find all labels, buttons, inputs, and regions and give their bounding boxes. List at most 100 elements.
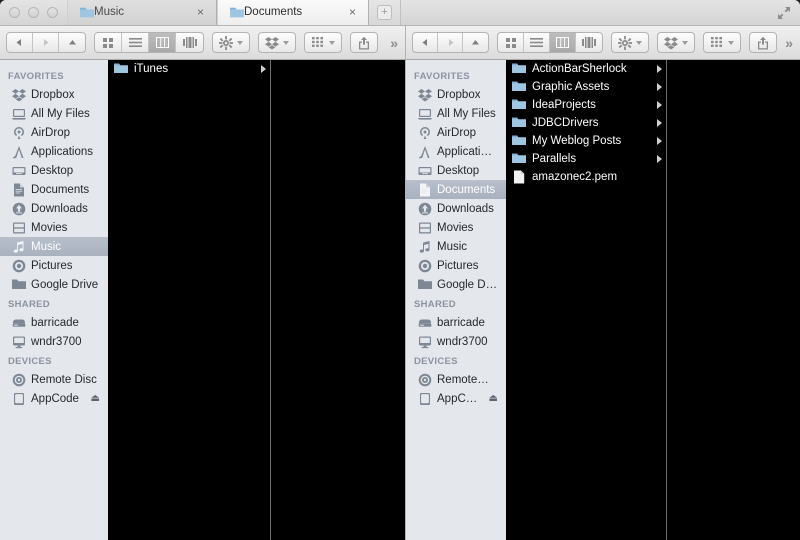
disc-icon	[12, 373, 26, 387]
sidebar-item-desktop[interactable]: Desktop	[406, 161, 506, 180]
forward-button[interactable]	[33, 33, 59, 52]
dropbox-button[interactable]	[258, 32, 296, 53]
arrange-button[interactable]	[304, 32, 342, 53]
music-icon	[12, 240, 26, 254]
forward-button[interactable]	[438, 33, 464, 52]
dropbox-icon	[664, 36, 679, 50]
eject-icon[interactable]: ⏏	[489, 393, 502, 404]
file-row[interactable]: amazonec2.pem	[506, 168, 666, 186]
sidebar-item-label: Pictures	[437, 259, 479, 272]
folder-row[interactable]: iTunes	[108, 60, 270, 78]
sidebar-item-appcode[interactable]: AppCode ⏏	[0, 389, 108, 408]
minimize-window-button[interactable]	[28, 7, 39, 18]
zoom-window-button[interactable]	[47, 7, 58, 18]
back-button[interactable]	[7, 33, 33, 52]
sidebar-section-header: SHARED	[8, 299, 50, 310]
sidebar-item-label: Remote…	[437, 373, 489, 386]
sidebar-item-movies[interactable]: Movies	[406, 218, 506, 237]
coverflow-view-button[interactable]	[576, 33, 602, 52]
sidebar-item-airdrop[interactable]: AirDrop	[406, 123, 506, 142]
sidebar-item-movies[interactable]: Movies	[0, 218, 108, 237]
folder-row[interactable]: Parallels	[506, 150, 666, 168]
coverflow-view-button[interactable]	[176, 33, 203, 52]
sidebar-item-google-d[interactable]: Google D…	[406, 275, 506, 294]
column-2[interactable]	[271, 60, 405, 540]
sidebar-item-label: Desktop	[31, 164, 74, 177]
sidebar-item-label: Movies	[31, 221, 68, 234]
sidebar-item-barricade[interactable]: barricade	[406, 313, 506, 332]
column-view-button[interactable]	[550, 33, 577, 52]
sidebar-item-pictures[interactable]: Pictures	[406, 256, 506, 275]
sidebar-item-documents[interactable]: Documents	[406, 180, 506, 199]
folder-row[interactable]: Graphic Assets	[506, 78, 666, 96]
toolbar-overflow-button[interactable]: »	[390, 35, 399, 51]
sidebar-item-all-my-files[interactable]: All My Files	[0, 104, 108, 123]
sidebar-item-airdrop[interactable]: AirDrop	[0, 123, 108, 142]
column-1[interactable]: iTunes	[108, 60, 271, 540]
tab-label: Documents	[244, 6, 303, 18]
list-view-button[interactable]	[122, 33, 149, 52]
chevron-down-icon	[728, 40, 735, 45]
sidebar-item-music[interactable]: Music	[0, 237, 108, 256]
back-button[interactable]	[413, 33, 439, 52]
tab-close-button[interactable]: ×	[195, 6, 206, 18]
close-window-button[interactable]	[9, 7, 20, 18]
sidebar-item-label: Google D…	[437, 278, 498, 291]
sidebar-item-label: Downloads	[437, 202, 494, 215]
sidebar-item-all-my-files[interactable]: All My Files	[406, 104, 506, 123]
sidebar-item-applications[interactable]: Applications	[0, 142, 108, 161]
folder-row[interactable]: My Weblog Posts	[506, 132, 666, 150]
column-1[interactable]: ActionBarSherlock Graphic Assets IdeaProje…	[506, 60, 667, 540]
sidebar-item-label: AppCode	[31, 392, 79, 405]
sidebar-item-google-drive[interactable]: Google Drive	[0, 275, 108, 294]
fullscreen-icon[interactable]	[776, 5, 792, 21]
action-gear-button[interactable]	[611, 32, 650, 53]
dropbox-button[interactable]	[657, 32, 696, 53]
tab-documents[interactable]: Documents ×	[217, 0, 369, 25]
sidebar-item-desktop[interactable]: Desktop	[0, 161, 108, 180]
column-view-button[interactable]	[149, 33, 176, 52]
eject-icon[interactable]: ⏏	[91, 393, 104, 404]
sidebar-item-applicati[interactable]: Applicati…	[406, 142, 506, 161]
tab-music[interactable]: Music ×	[67, 0, 217, 25]
icon-view-button[interactable]	[95, 33, 122, 52]
new-tab-button[interactable]: +	[377, 4, 392, 20]
sidebar-item-dropbox[interactable]: Dropbox	[406, 85, 506, 104]
folder-row[interactable]: ActionBarSherlock	[506, 60, 666, 78]
arrange-button[interactable]	[703, 32, 742, 53]
sidebar-item-pictures[interactable]: Pictures	[0, 256, 108, 275]
sidebar-item-remote[interactable]: Remote…	[406, 370, 506, 389]
list-view-button[interactable]	[524, 33, 551, 52]
share-button[interactable]	[350, 32, 378, 53]
chevron-down-icon	[636, 40, 643, 45]
airdrop-icon	[12, 126, 26, 140]
all-my-files-icon	[12, 107, 26, 121]
sidebar-item-label: barricade	[437, 316, 485, 329]
folder-row[interactable]: IdeaProjects	[506, 96, 666, 114]
toolbar-overflow-button[interactable]: »	[785, 35, 794, 51]
sidebar-item-wndr3700[interactable]: wndr3700	[0, 332, 108, 351]
column-2[interactable]	[667, 60, 800, 540]
sidebar-item-downloads[interactable]: Downloads	[0, 199, 108, 218]
sidebar-item-barricade[interactable]: barricade	[0, 313, 108, 332]
action-gear-button[interactable]	[212, 32, 250, 53]
sidebar-item-appc[interactable]: AppC… ⏏	[406, 389, 506, 408]
movies-icon	[418, 221, 432, 235]
sidebar-item-wndr3700[interactable]: wndr3700	[406, 332, 506, 351]
sidebar-item-downloads[interactable]: Downloads	[406, 199, 506, 218]
tab-close-button[interactable]: ×	[347, 6, 358, 18]
sidebar-item-label: wndr3700	[437, 335, 488, 348]
sidebar-item-remote-disc[interactable]: Remote Disc	[0, 370, 108, 389]
share-button[interactable]	[749, 32, 778, 53]
sidebar-item-music[interactable]: Music	[406, 237, 506, 256]
folder-row[interactable]: JDBCDrivers	[506, 114, 666, 132]
movies-icon	[12, 221, 26, 235]
sidebar-item-dropbox[interactable]: Dropbox	[0, 85, 108, 104]
toolbar-row: » »	[0, 26, 800, 60]
up-button[interactable]	[59, 33, 85, 52]
sidebar-item-label: Music	[437, 240, 468, 253]
sidebar-item-documents[interactable]: Documents	[0, 180, 108, 199]
up-button[interactable]	[463, 33, 488, 52]
chevron-right-icon	[657, 65, 662, 73]
icon-view-button[interactable]	[498, 33, 525, 52]
